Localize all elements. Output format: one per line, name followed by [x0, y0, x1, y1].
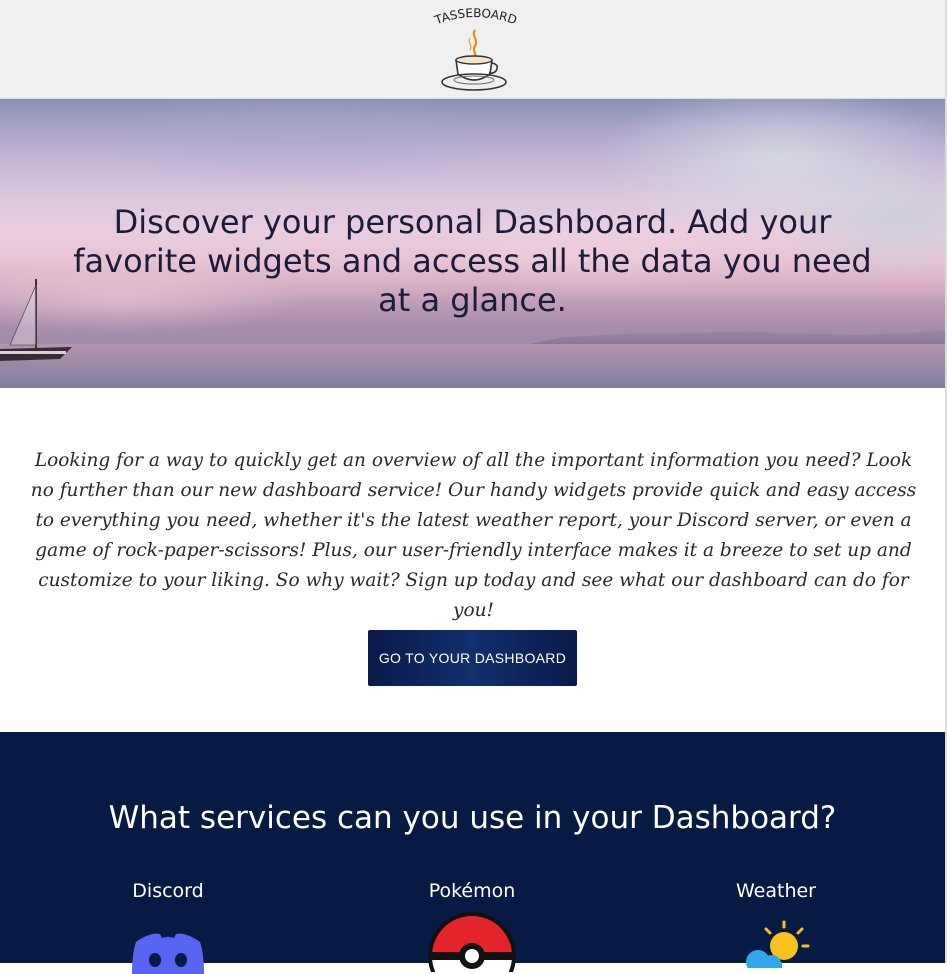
go-to-dashboard-button[interactable]: GO TO YOUR DASHBOARD	[368, 630, 577, 686]
tasseboard-logo[interactable]: TASSEBOARD	[430, 6, 520, 94]
pokeball-icon	[427, 912, 517, 972]
coffee-cup-icon: TASSEBOARD	[432, 6, 519, 91]
service-label: Discord	[132, 880, 204, 902]
services-title: What services can you use in your Dashbo…	[108, 800, 837, 836]
service-label: Weather	[736, 880, 816, 902]
service-pokemon[interactable]: Pokémon	[362, 880, 582, 972]
logo-text: TASSEBOARD	[432, 6, 519, 28]
services-section: What services can you use in your Dashbo…	[0, 732, 945, 974]
service-discord[interactable]: Discord	[58, 880, 278, 974]
svg-text:TASSEBOARD: TASSEBOARD	[432, 8, 519, 28]
hero-banner: Discover your personal Dashboard. Add yo…	[0, 99, 945, 388]
site-header: TASSEBOARD	[0, 0, 947, 99]
hero-sea	[0, 344, 945, 388]
hero-title: Discover your personal Dashboard. Add yo…	[73, 203, 872, 319]
service-label: Pokémon	[428, 880, 516, 902]
intro-paragraph: Looking for a way to quickly get an over…	[30, 450, 917, 621]
discord-icon	[132, 933, 204, 974]
service-weather[interactable]: Weather	[666, 880, 886, 968]
weather-sun-cloud-icon	[746, 920, 810, 968]
